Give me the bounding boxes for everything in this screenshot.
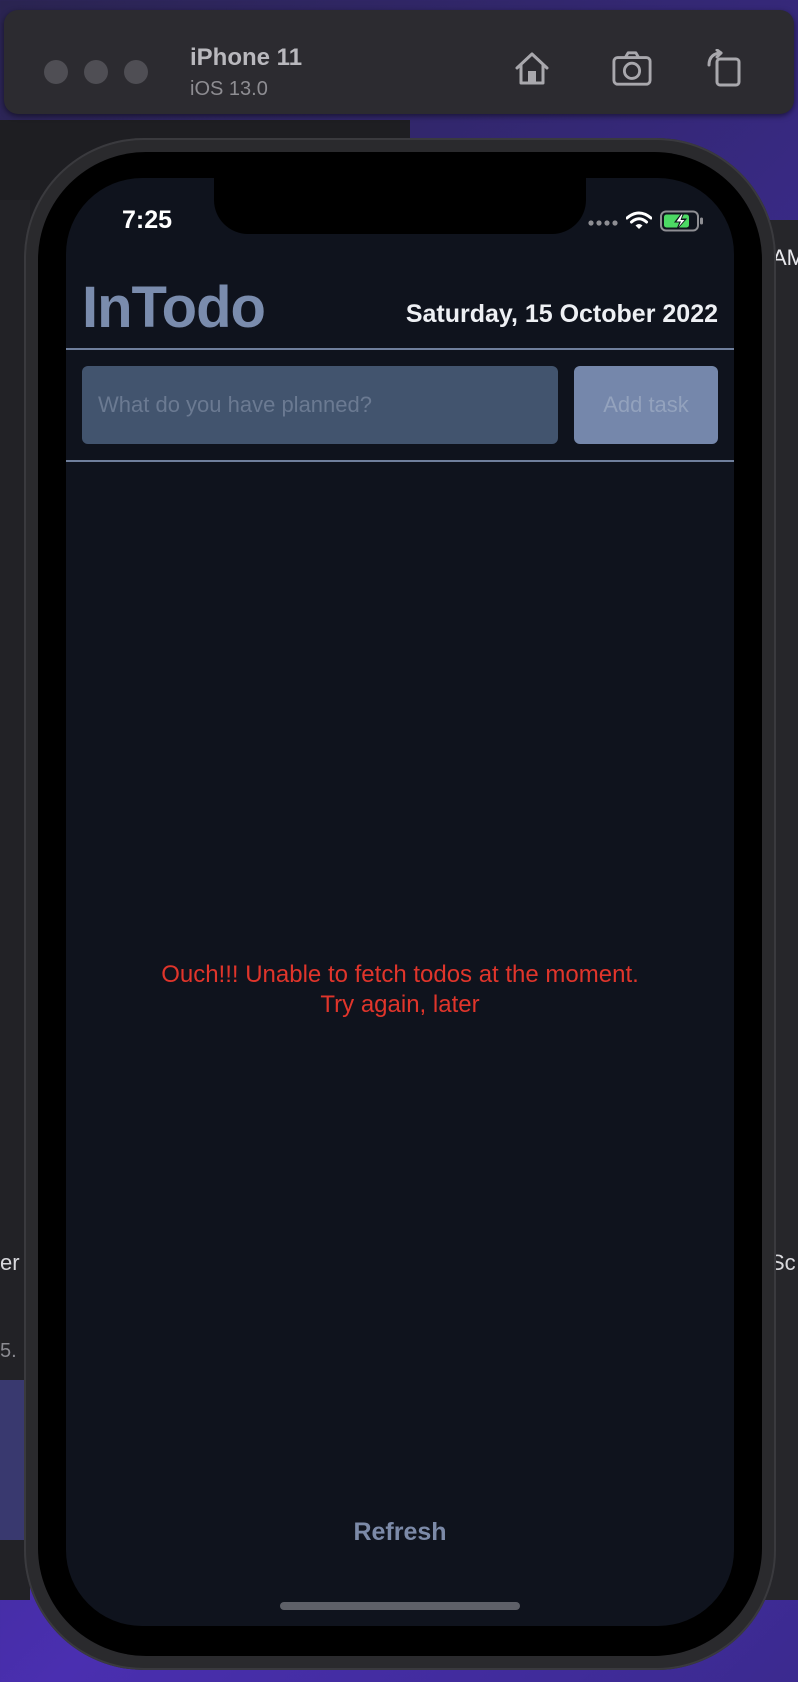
notch [214, 178, 586, 234]
app-title: InTodo [82, 275, 266, 340]
wifi-icon [626, 211, 652, 229]
minimize-window-button[interactable] [84, 60, 108, 84]
status-time: 7:25 [122, 206, 173, 234]
zoom-window-button[interactable] [124, 60, 148, 84]
app-screen: 7:25 InTodo Saturday, 15 October 2022 Ad… [66, 178, 734, 1626]
simulator-device-name: iPhone 11 [190, 44, 303, 71]
home-button[interactable] [512, 48, 552, 88]
refresh-button[interactable]: Refresh [66, 1518, 734, 1547]
screenshot-icon [612, 51, 652, 86]
status-icons [588, 208, 704, 234]
error-message-line: Ouch!!! Unable to fetch todos at the mom… [161, 961, 639, 988]
screenshot-button[interactable] [612, 48, 652, 88]
home-icon [515, 52, 549, 85]
simulator-titlebar[interactable]: iPhone 11 iOS 13.0 [4, 10, 794, 114]
add-task-button[interactable]: Add task [574, 366, 718, 444]
error-message: Ouch!!! Unable to fetch todos at the mom… [66, 960, 734, 1020]
input-divider [66, 460, 734, 462]
rotate-button[interactable] [704, 48, 744, 88]
rotate-icon [707, 49, 741, 87]
error-message-line: Try again, later [320, 991, 480, 1018]
header-divider [66, 348, 734, 350]
task-input[interactable] [82, 366, 558, 444]
close-window-button[interactable] [44, 60, 68, 84]
current-date: Saturday, 15 October 2022 [405, 300, 718, 328]
battery-charging-icon [660, 210, 703, 232]
home-indicator [280, 1602, 520, 1610]
simulator-os-version: iOS 13.0 [190, 78, 268, 100]
signal-icon [588, 220, 618, 226]
background-text-left: er [0, 1250, 20, 1275]
background-text-left-bottom: 5. [0, 1340, 17, 1362]
